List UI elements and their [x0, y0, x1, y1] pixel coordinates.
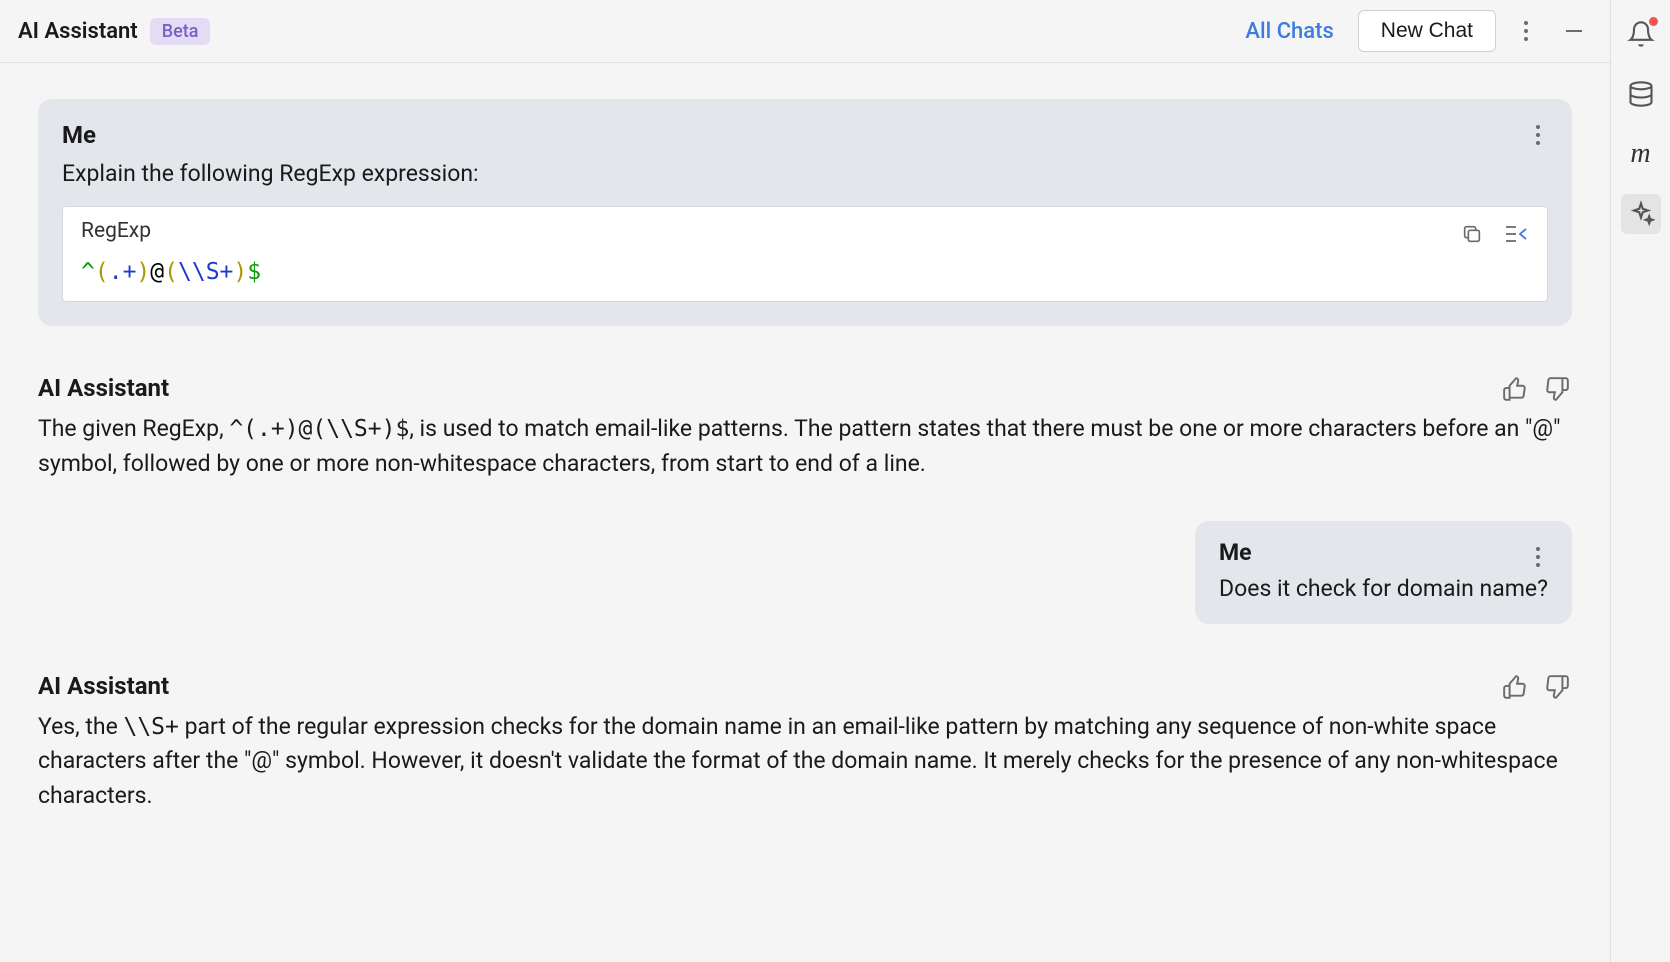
insert-code-icon[interactable]: [1503, 221, 1529, 247]
more-options-icon[interactable]: [1508, 13, 1544, 49]
assistant-message: AI Assistant Yes, the \\S+ part of the r…: [38, 672, 1572, 814]
code-block: RegExp ^(.+)@(\\S+)$: [62, 206, 1548, 302]
panel-title: AI Assistant: [18, 19, 138, 44]
message-more-icon[interactable]: [1524, 121, 1552, 149]
message-more-icon[interactable]: [1524, 543, 1552, 571]
user-message: Me Explain the following RegExp expressi…: [38, 99, 1572, 326]
code-language-label: RegExp: [63, 207, 1547, 245]
message-author: Me: [1219, 539, 1548, 566]
user-message: Me Does it check for domain name?: [1195, 521, 1572, 623]
ai-assistant-icon[interactable]: [1621, 194, 1661, 234]
chat-scroll-area[interactable]: Me Explain the following RegExp expressi…: [0, 63, 1610, 962]
assistant-text: Yes, the \\S+ part of the regular expres…: [38, 710, 1572, 814]
message-author: Me: [62, 121, 1548, 149]
panel-header: AI Assistant Beta All Chats New Chat: [0, 0, 1610, 63]
thumbs-down-icon[interactable]: [1542, 374, 1572, 404]
thumbs-up-icon[interactable]: [1500, 672, 1530, 702]
thumbs-up-icon[interactable]: [1500, 374, 1530, 404]
tool-rail: m: [1610, 0, 1670, 962]
code-content: ^(.+)@(\\S+)$: [63, 245, 1547, 301]
notification-dot: [1649, 17, 1658, 26]
beta-badge: Beta: [150, 18, 211, 45]
new-chat-button[interactable]: New Chat: [1358, 10, 1496, 52]
assistant-text: The given RegExp, ^(.+)@(\\S+)$, is used…: [38, 412, 1572, 481]
message-text: Explain the following RegExp expression:: [62, 157, 1548, 190]
all-chats-link[interactable]: All Chats: [1233, 13, 1345, 50]
minimize-icon[interactable]: [1556, 13, 1592, 49]
assistant-author: AI Assistant: [38, 672, 1572, 700]
m-tool-icon[interactable]: m: [1621, 134, 1661, 174]
thumbs-down-icon[interactable]: [1542, 672, 1572, 702]
notifications-icon[interactable]: [1621, 14, 1661, 54]
copy-icon[interactable]: [1459, 221, 1485, 247]
database-icon[interactable]: [1621, 74, 1661, 114]
assistant-message: AI Assistant The given RegExp, ^(.+)@(\\…: [38, 374, 1572, 481]
ai-assistant-panel: AI Assistant Beta All Chats New Chat Me …: [0, 0, 1610, 962]
assistant-author: AI Assistant: [38, 374, 1572, 402]
message-text: Does it check for domain name?: [1219, 572, 1548, 605]
